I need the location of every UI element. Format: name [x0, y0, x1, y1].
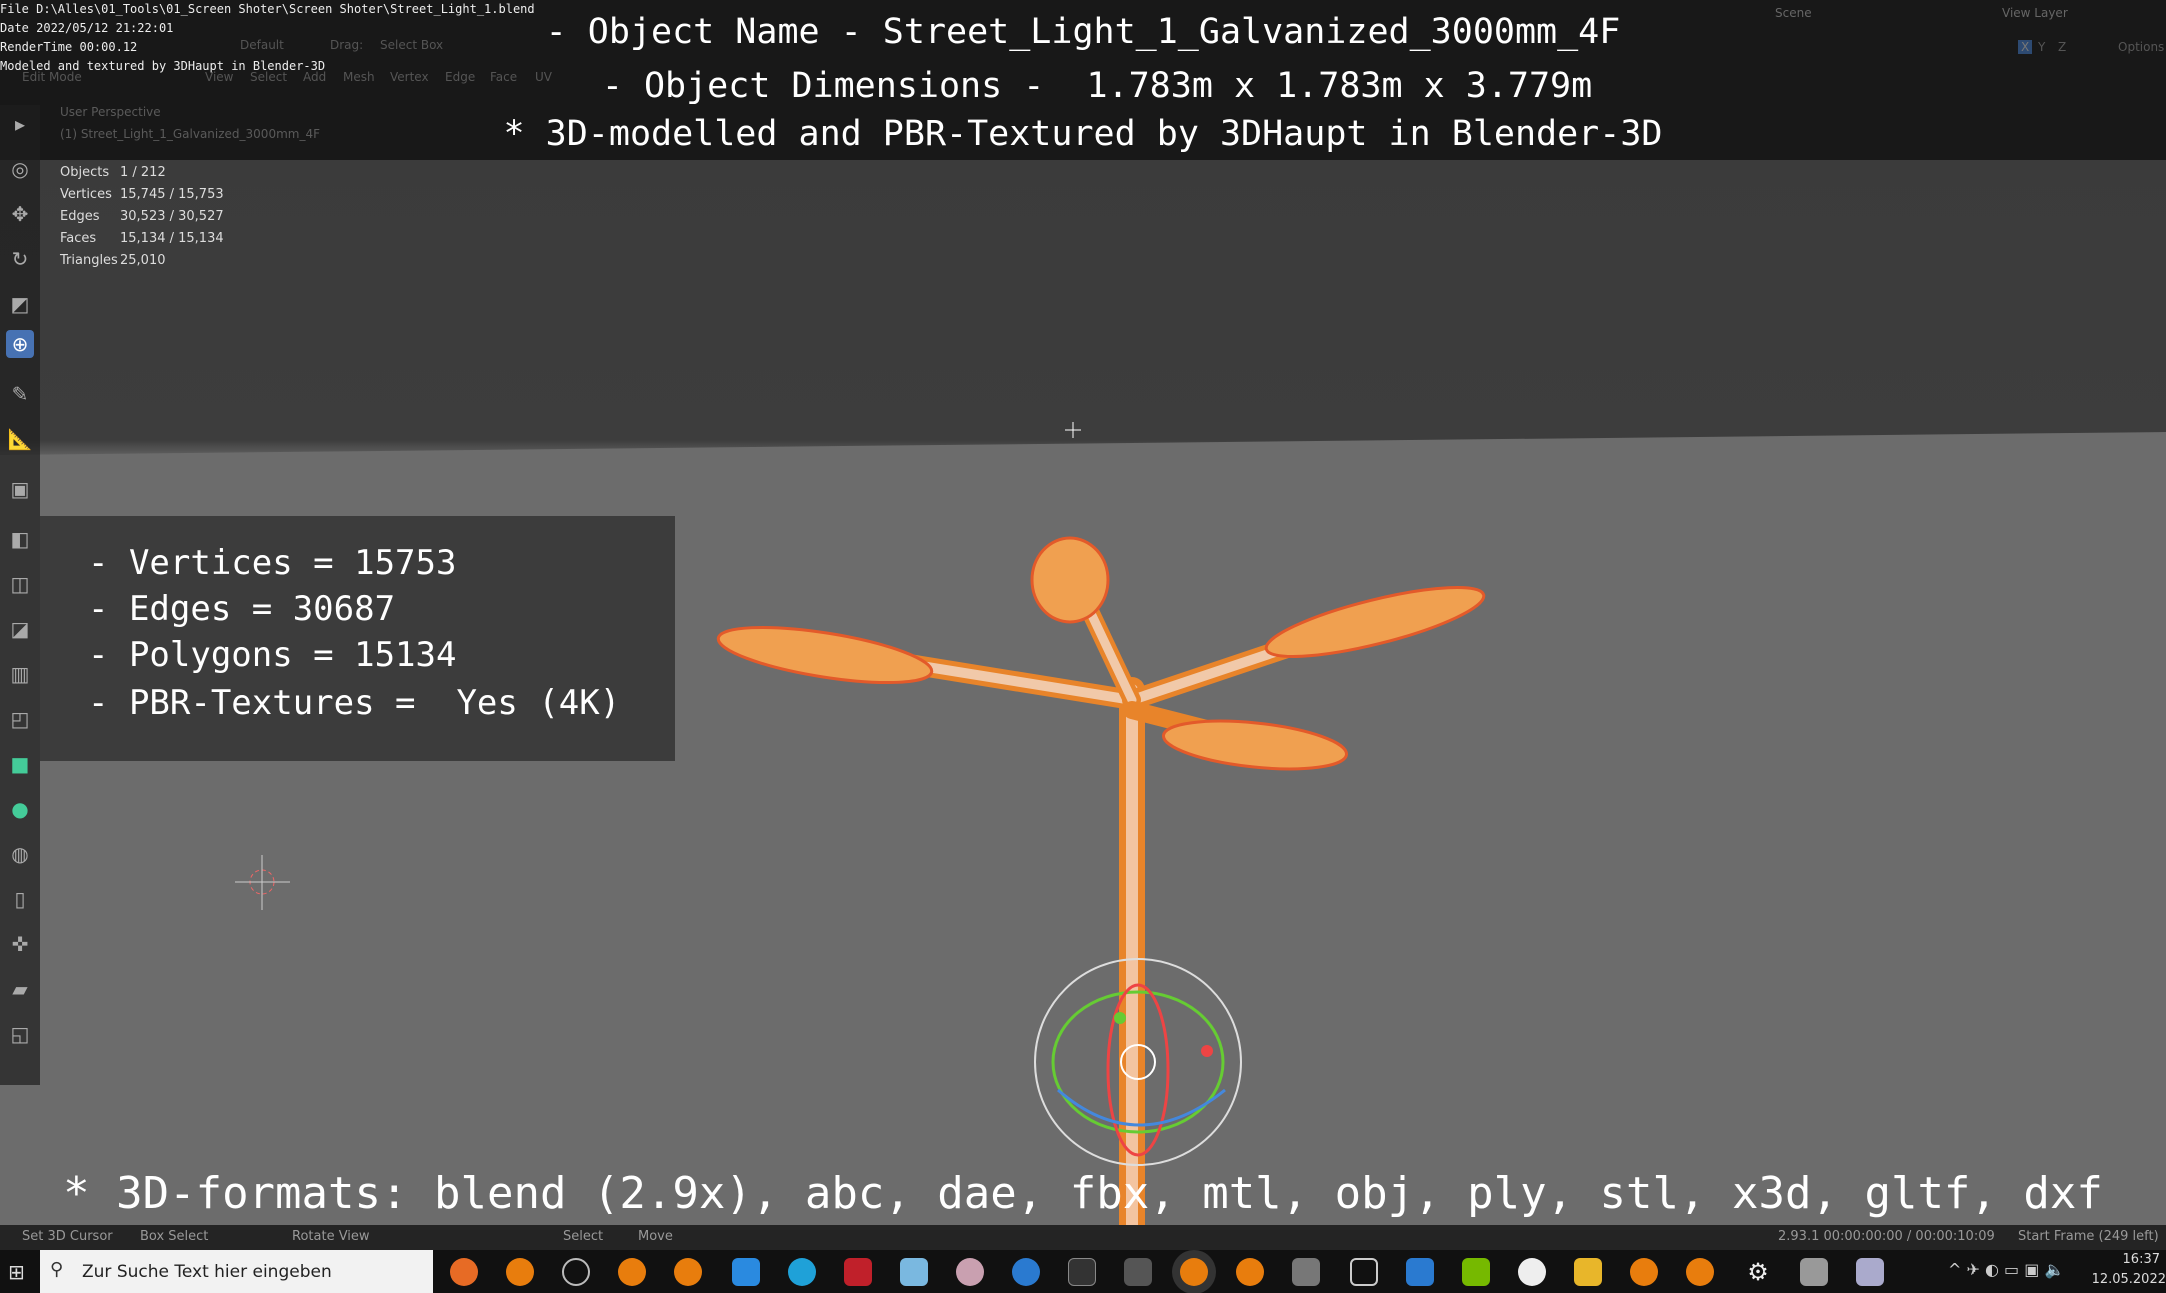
spin-tool-icon[interactable]: ●: [6, 795, 34, 823]
taskbar-search-input[interactable]: Zur Suche Text hier eingeben: [40, 1250, 433, 1293]
firefox-icon[interactable]: [450, 1258, 478, 1286]
blender-active-icon[interactable]: [1180, 1258, 1208, 1286]
bevel-tool-icon[interactable]: ◪: [6, 615, 34, 643]
clock-date[interactable]: 12.05.2022: [2092, 1272, 2166, 1287]
3d-viewer-icon[interactable]: [1350, 1258, 1378, 1286]
stat-row: Edges 30,523 / 30,527: [60, 209, 224, 224]
add-cube-tool-icon[interactable]: ▣: [6, 475, 34, 503]
info-edges: - Edges = 30687: [88, 589, 396, 629]
hint-select: Select: [563, 1229, 604, 1244]
terminal-icon[interactable]: [1068, 1258, 1096, 1286]
calendar-icon[interactable]: [1406, 1258, 1434, 1286]
info-polygons: - Polygons = 15134: [88, 635, 457, 675]
info-vertices: - Vertices = 15753: [88, 543, 457, 583]
app-icon[interactable]: [900, 1258, 928, 1286]
transform-tool-icon[interactable]: ⊕: [6, 330, 34, 358]
app-icon[interactable]: [1124, 1258, 1152, 1286]
object-dimensions-title: - Object Dimensions - 1.783m x 1.783m x …: [601, 66, 1593, 106]
mail-icon[interactable]: [732, 1258, 760, 1286]
smooth-tool-icon[interactable]: ◍: [6, 840, 34, 868]
snipping-tool-icon[interactable]: [956, 1258, 984, 1286]
info-textures: - PBR-Textures = Yes (4K): [88, 683, 621, 723]
nvidia-icon[interactable]: [1462, 1258, 1490, 1286]
windows-start-icon[interactable]: ⊞: [8, 1260, 25, 1284]
annotate-tool-icon[interactable]: ✎: [6, 380, 34, 408]
rotate-tool-icon[interactable]: ↻: [6, 245, 34, 273]
shrink-tool-icon[interactable]: ✜: [6, 930, 34, 958]
stat-row: Faces 15,134 / 15,134: [60, 231, 224, 246]
panda-app-icon[interactable]: [1292, 1258, 1320, 1286]
knife-tool-icon[interactable]: ◰: [6, 705, 34, 733]
start-frame: Start Frame (249 left): [2018, 1229, 2159, 1244]
move-tool-icon[interactable]: ✥: [6, 200, 34, 228]
version-timecode: 2.93.1 00:00:00:00 / 00:00:10:09: [1778, 1229, 1995, 1244]
cursor-tool-icon[interactable]: ◎: [6, 155, 34, 183]
hint-set-cursor: Set 3D Cursor: [22, 1229, 113, 1244]
edge-browser-icon[interactable]: [788, 1258, 816, 1286]
tool-sidebar: ▸ ◎ ✥ ↻ ◩ ⊕ ✎ 📐 ▣ ◧ ◫ ◪ ▥ ◰ ■ ● ◍ ▯ ✜ ▰ …: [0, 105, 40, 1085]
object-name-title: - Object Name - Street_Light_1_Galvanize…: [545, 12, 1621, 52]
scale-tool-icon[interactable]: ◩: [6, 290, 34, 318]
app-icon[interactable]: [1800, 1258, 1828, 1286]
app-icon[interactable]: [1856, 1258, 1884, 1286]
stat-row: Objects 1 / 212: [60, 165, 166, 180]
polybuild-tool-icon[interactable]: ■: [6, 750, 34, 778]
inset-tool-icon[interactable]: ◫: [6, 570, 34, 598]
credit-title: * 3D-modelled and PBR-Textured by 3DHaup…: [503, 114, 1663, 154]
clock-time[interactable]: 16:37: [2123, 1252, 2160, 1267]
app-icon[interactable]: [844, 1258, 872, 1286]
loopcut-tool-icon[interactable]: ▥: [6, 660, 34, 688]
blender-icon[interactable]: [618, 1258, 646, 1286]
measure-tool-icon[interactable]: 📐: [6, 425, 34, 453]
hint-box-select: Box Select: [140, 1229, 209, 1244]
blender-icon[interactable]: [1686, 1258, 1714, 1286]
settings-icon[interactable]: ⚙: [1744, 1258, 1772, 1286]
search-icon: ⚲: [50, 1259, 64, 1280]
hint-move: Move: [638, 1229, 673, 1244]
tray-icons[interactable]: ^ ✈ ◐ ▭ ▣ 🔈: [1948, 1260, 2064, 1279]
blender-icon[interactable]: [1236, 1258, 1264, 1286]
blender-icon[interactable]: [1630, 1258, 1658, 1286]
select-tool-icon[interactable]: ▸: [6, 110, 34, 138]
file-explorer-icon[interactable]: [1574, 1258, 1602, 1286]
mouse-crosshair-icon: [1065, 422, 1081, 438]
obs-icon[interactable]: [562, 1258, 590, 1286]
status-bar: Set 3D Cursor Box Select Rotate View Sel…: [0, 1225, 2166, 1250]
formats-caption: * 3D-formats: blend (2.9x), abc, dae, fb…: [63, 1168, 2103, 1219]
rip-tool-icon[interactable]: ◱: [6, 1020, 34, 1048]
stat-row: Vertices 15,745 / 15,753: [60, 187, 224, 202]
shear-tool-icon[interactable]: ▰: [6, 975, 34, 1003]
stat-row: Triangles 25,010: [60, 253, 166, 268]
edge-slide-tool-icon[interactable]: ▯: [6, 885, 34, 913]
mesh-statistics: Objects 1 / 212 Vertices 15,745 / 15,753 E…: [60, 162, 224, 272]
app-icon[interactable]: [1012, 1258, 1040, 1286]
extrude-tool-icon[interactable]: ◧: [6, 525, 34, 553]
app-icon[interactable]: [1518, 1258, 1546, 1286]
blender-icon[interactable]: [506, 1258, 534, 1286]
hint-rotate-view: Rotate View: [292, 1229, 370, 1244]
blender-icon[interactable]: [674, 1258, 702, 1286]
